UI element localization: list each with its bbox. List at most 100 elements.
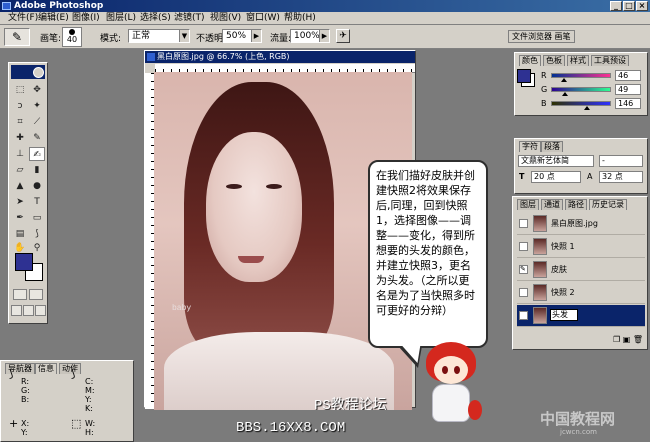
eyedropper-icon: ⟆	[9, 367, 14, 380]
leading-input[interactable]: 32 点	[599, 171, 643, 183]
screen-mode-standard-button[interactable]	[11, 305, 22, 316]
marquee-tool-icon[interactable]: ⬚	[12, 83, 28, 97]
quick-mask-button[interactable]	[29, 289, 43, 300]
snapshot-thumbnail	[533, 238, 547, 255]
tab-history[interactable]: 历史记录	[589, 199, 627, 210]
history-brush-tool-preset[interactable]: ✎	[4, 28, 30, 46]
photoshop-icon	[2, 2, 11, 10]
history-item[interactable]: ✎ 皮肤	[517, 259, 645, 281]
mascot-tail	[468, 400, 482, 420]
opacity-input[interactable]: 50% ▶	[222, 29, 262, 43]
history-source-checkbox[interactable]	[519, 242, 528, 251]
shape-tool-icon[interactable]: ▭	[29, 211, 45, 225]
healing-brush-tool-icon[interactable]: ✚	[12, 131, 28, 145]
gradient-tool-icon[interactable]: ▮	[29, 163, 45, 177]
menu-select[interactable]: 选择(S)	[140, 13, 171, 24]
history-item-rename-field[interactable]: 头发	[550, 309, 578, 321]
close-button[interactable]: ×	[636, 1, 648, 11]
history-source-checkbox[interactable]	[519, 288, 528, 297]
maximize-button[interactable]: □	[623, 1, 635, 11]
minimize-button[interactable]: _	[610, 1, 622, 11]
menu-edit[interactable]: 编辑(E)	[38, 13, 69, 24]
history-source-checkbox[interactable]	[519, 311, 528, 320]
clone-stamp-tool-icon[interactable]: ⊥	[12, 147, 28, 161]
tab-layers[interactable]: 图层	[517, 199, 539, 210]
font-family-select[interactable]: 文鼎新艺体简	[518, 155, 594, 167]
tab-swatches[interactable]: 色板	[543, 55, 565, 66]
history-brush-tool-icon[interactable]: ✍	[29, 147, 45, 161]
trash-icon[interactable]: 🗑	[633, 335, 643, 344]
history-source-checkbox[interactable]	[519, 219, 528, 228]
magic-wand-tool-icon[interactable]: ✦	[29, 99, 45, 113]
channel-g-slider[interactable]	[551, 87, 611, 92]
history-item-label: 黑白原图.jpg	[551, 219, 598, 228]
channel-g-thumb[interactable]	[562, 92, 568, 96]
channel-b-value[interactable]: 146	[615, 98, 641, 109]
photoshop-logo-icon[interactable]	[33, 67, 44, 78]
menu-image[interactable]: 图像(I)	[72, 13, 100, 24]
history-item[interactable]: 黑白原图.jpg	[517, 213, 645, 235]
channel-r-slider[interactable]	[551, 73, 611, 78]
eyedropper-tool-icon[interactable]: ⟆	[29, 227, 45, 241]
path-selection-tool-icon[interactable]: ➤	[12, 195, 28, 209]
standard-mode-button[interactable]	[13, 289, 27, 300]
brush-picker[interactable]: 40	[62, 27, 82, 47]
tab-tool-presets[interactable]: 工具预设	[591, 55, 629, 66]
foreground-color-swatch[interactable]	[15, 253, 33, 271]
slice-tool-icon[interactable]: ⟋	[29, 115, 45, 129]
blur-tool-icon[interactable]: ▲	[12, 179, 28, 193]
new-snapshot-icon[interactable]: ▣	[623, 335, 631, 344]
notes-tool-icon[interactable]: ▤	[12, 227, 28, 241]
left-eye	[226, 184, 242, 189]
history-item[interactable]: 快照 1	[517, 236, 645, 258]
type-tool-icon[interactable]: T	[29, 195, 45, 209]
tab-paragraph[interactable]: 段落	[541, 141, 563, 152]
selection-icon: ⬚	[71, 417, 82, 430]
menu-help[interactable]: 帮助(H)	[284, 13, 316, 24]
airbrush-button[interactable]: ✈	[336, 29, 350, 43]
channel-r-value[interactable]: 46	[615, 70, 641, 81]
tab-color[interactable]: 颜色	[519, 55, 541, 66]
channel-b-thumb[interactable]	[584, 106, 590, 110]
channel-b-slider[interactable]	[551, 101, 611, 106]
menu-file[interactable]: 文件(F)	[8, 13, 38, 24]
document-title-bar[interactable]: 黑白原图.jpg @ 66.7% (上色, RGB)	[145, 51, 415, 63]
menu-filter[interactable]: 滤镜(T)	[174, 13, 205, 24]
mode-label: 模式:	[100, 34, 122, 44]
tab-actions[interactable]: 动作	[59, 363, 81, 374]
dodge-tool-icon[interactable]: ●	[29, 179, 45, 193]
tab-channels[interactable]: 通道	[541, 199, 563, 210]
channel-g-label: G	[541, 85, 548, 94]
snapshot-thumbnail	[533, 261, 547, 278]
tab-styles[interactable]: 样式	[567, 55, 589, 66]
tab-paths[interactable]: 路径	[565, 199, 587, 210]
history-brush-source-icon[interactable]: ✎	[519, 265, 528, 274]
tab-info[interactable]: 信息	[35, 363, 57, 374]
font-style-select[interactable]: -	[599, 155, 643, 167]
channel-r-thumb[interactable]	[561, 78, 567, 82]
channel-g-value[interactable]: 49	[615, 84, 641, 95]
tab-brushes[interactable]: 画笔	[555, 32, 571, 41]
font-size-input[interactable]: 20 点	[531, 171, 581, 183]
pen-tool-icon[interactable]: ✒	[12, 211, 28, 225]
menu-view[interactable]: 视图(V)	[210, 13, 241, 24]
lasso-tool-icon[interactable]: ↄ	[12, 99, 28, 113]
flow-input[interactable]: 100% ▶	[290, 29, 330, 43]
font-size-icon: T	[519, 172, 525, 181]
move-tool-icon[interactable]: ✥	[29, 83, 45, 97]
history-item[interactable]: 快照 2	[517, 282, 645, 304]
menu-window[interactable]: 窗口(W)	[246, 13, 280, 24]
tab-character[interactable]: 字符	[519, 141, 541, 152]
tab-file-browser[interactable]: 文件浏览器	[512, 32, 552, 41]
mode-select[interactable]: 正常 ▼	[128, 29, 190, 43]
eraser-tool-icon[interactable]: ▱	[12, 163, 28, 177]
menu-layer[interactable]: 图层(L)	[106, 13, 136, 24]
foreground-chip[interactable]	[517, 69, 531, 83]
history-item-selected[interactable]: 头发	[517, 305, 645, 327]
crop-tool-icon[interactable]: ⌗	[12, 115, 28, 129]
new-document-icon[interactable]: ❐	[613, 335, 620, 344]
screen-mode-full-button[interactable]	[35, 305, 46, 316]
brush-tool-icon[interactable]: ✎	[29, 131, 45, 145]
screen-mode-full-menu-button[interactable]	[23, 305, 34, 316]
mode-value: 正常	[132, 31, 151, 41]
